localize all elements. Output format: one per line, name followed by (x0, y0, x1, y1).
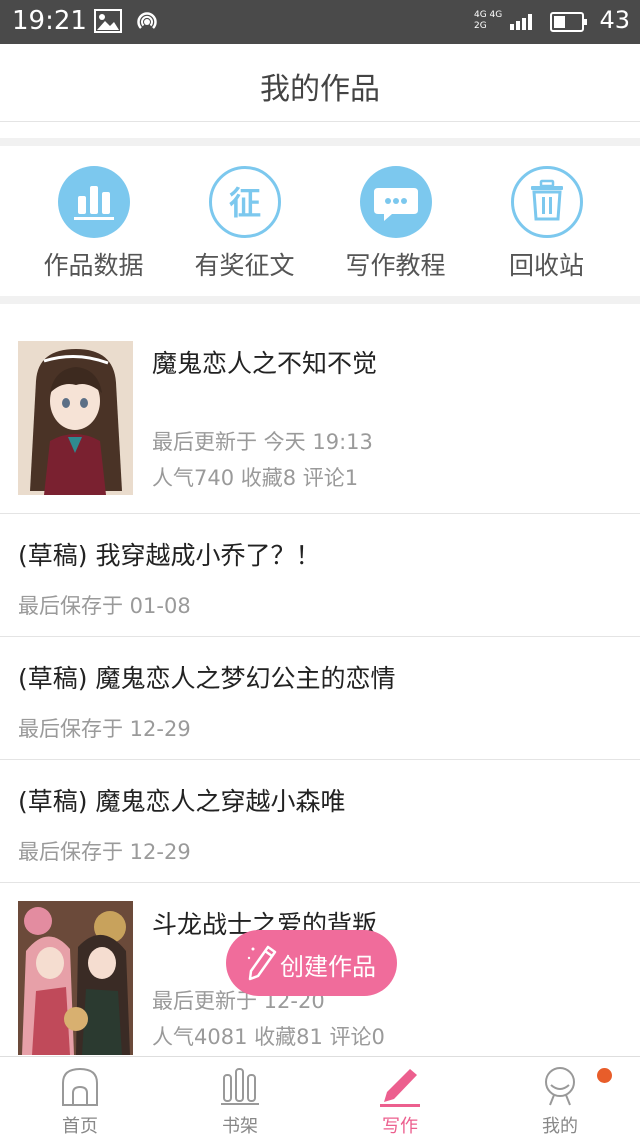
work-item[interactable]: 魔鬼恋人之不知不觉 最后更新于 今天 19:13 人气740 收藏8 评论1 (0, 304, 640, 514)
battery-fill (554, 16, 565, 28)
pencil-icon (246, 944, 278, 986)
work-title: (草稿) 魔鬼恋人之梦幻公主的恋情 (18, 664, 396, 693)
work-stats: 人气4081 收藏81 评论0 (152, 1025, 385, 1049)
work-title: (草稿) 魔鬼恋人之穿越小森唯 (18, 787, 346, 816)
create-work-label: 创建作品 (280, 953, 376, 981)
zheng-icon: 征 (209, 166, 281, 238)
image-icon (94, 9, 122, 37)
trash-icon (511, 166, 583, 238)
work-title: (草稿) 我穿越成小乔了？！ (18, 541, 321, 570)
notification-badge (597, 1068, 612, 1083)
home-icon (60, 1065, 100, 1111)
action-tutorial[interactable]: 写作教程 (320, 146, 471, 296)
pen-icon (380, 1065, 420, 1111)
action-label: 有奖征文 (194, 251, 295, 280)
tab-bookshelf[interactable]: 书架 (160, 1057, 320, 1138)
tab-label: 书架 (222, 1116, 258, 1137)
action-works-data[interactable]: 作品数据 (18, 146, 169, 296)
work-item[interactable]: (草稿) 魔鬼恋人之穿越小森唯 最后保存于 12-29 (0, 760, 640, 883)
tab-profile[interactable]: 我的 (480, 1057, 640, 1138)
network-indicator: 4G 4G 2G (474, 10, 502, 32)
action-label: 写作教程 (345, 251, 446, 280)
work-cover-image (18, 901, 133, 1055)
tab-label: 写作 (382, 1116, 418, 1137)
battery-percent: 43 (599, 6, 630, 34)
work-saved: 最后保存于 12-29 (18, 717, 191, 741)
hotspot-icon (134, 9, 160, 39)
create-work-button[interactable]: 创建作品 (226, 930, 397, 996)
tab-home[interactable]: 首页 (0, 1057, 160, 1138)
tab-label: 我的 (542, 1116, 578, 1137)
work-updated: 最后更新于 今天 19:13 (152, 430, 373, 454)
bottom-tab-bar: 首页 书架 写作 我的 (0, 1056, 640, 1138)
tab-writing[interactable]: 写作 (320, 1057, 480, 1138)
action-label: 作品数据 (43, 251, 144, 280)
zheng-glyph: 征 (228, 184, 261, 222)
work-saved: 最后保存于 12-29 (18, 840, 191, 864)
chat-bubble-icon (360, 166, 432, 238)
battery-icon (550, 12, 587, 32)
work-saved: 最后保存于 01-08 (18, 594, 191, 618)
quick-actions: 作品数据 征 有奖征文 写作教程 回收站 (0, 146, 640, 296)
network-type-bottom: 2G (474, 21, 487, 31)
network-type-top: 4G 4G (474, 10, 503, 20)
work-item[interactable]: (草稿) 我穿越成小乔了？！ 最后保存于 01-08 (0, 514, 640, 637)
bookshelf-icon (220, 1065, 260, 1111)
work-title: 魔鬼恋人之不知不觉 (152, 349, 378, 378)
section-divider (0, 138, 640, 146)
tab-label: 首页 (62, 1116, 98, 1137)
signal-icon (510, 14, 538, 34)
work-cover-image (18, 341, 133, 495)
section-divider (0, 296, 640, 304)
action-contest[interactable]: 征 有奖征文 (169, 146, 320, 296)
work-item[interactable]: (草稿) 魔鬼恋人之梦幻公主的恋情 最后保存于 12-29 (0, 637, 640, 760)
work-stats: 人气740 收藏8 评论1 (152, 466, 359, 490)
status-bar: 19:21 4G 4G 2G 43 (0, 0, 640, 44)
action-recycle-bin[interactable]: 回收站 (471, 146, 622, 296)
status-time: 19:21 (12, 6, 87, 36)
profile-icon (540, 1065, 580, 1111)
page-title: 我的作品 (260, 72, 380, 107)
bar-chart-icon (58, 166, 130, 238)
app-screen: 19:21 4G 4G 2G 43 我的作品 作品数据 征 有奖征文 写作教程 … (0, 0, 640, 1138)
action-label: 回收站 (508, 251, 584, 280)
title-bar: 我的作品 (0, 44, 640, 122)
